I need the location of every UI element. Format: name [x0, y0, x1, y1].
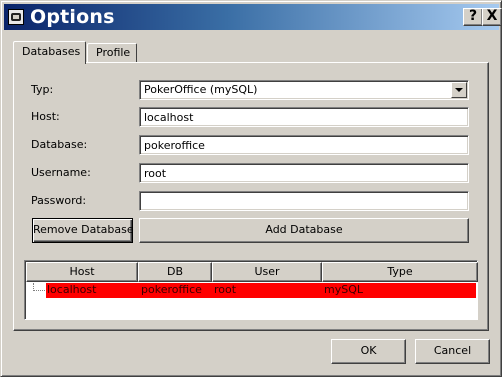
options-dialog: Options ? X Databases Profile Typ: Poker… — [0, 0, 502, 377]
typ-label: Typ: — [31, 83, 54, 96]
database-list[interactable]: Host DB User Type localhost pokeroffice … — [24, 260, 478, 320]
poker-app-icon — [8, 9, 24, 25]
database-field[interactable] — [139, 135, 469, 155]
close-button[interactable]: X — [482, 8, 502, 26]
cancel-button[interactable]: Cancel — [415, 339, 490, 364]
row-user: root — [214, 283, 237, 296]
tree-connector — [33, 283, 45, 291]
add-database-button[interactable]: Add Database — [139, 218, 469, 243]
column-header-db[interactable]: DB — [138, 262, 212, 282]
remove-database-button[interactable]: Remove Database — [32, 218, 134, 243]
password-field[interactable] — [139, 191, 469, 211]
row-db: pokeroffice — [141, 283, 202, 296]
window-title: Options — [30, 6, 115, 28]
column-header-type[interactable]: Type — [322, 262, 478, 282]
tab-profile[interactable]: Profile — [87, 43, 137, 63]
row-type: mySQL — [324, 283, 363, 296]
chevron-down-icon[interactable] — [451, 82, 467, 98]
username-field[interactable] — [139, 163, 469, 183]
help-button[interactable]: ? — [463, 8, 483, 26]
typ-select-value: PokerOffice (mySQL) — [144, 83, 258, 96]
column-header-host[interactable]: Host — [26, 262, 138, 282]
ok-button[interactable]: OK — [331, 339, 406, 364]
column-header-user[interactable]: User — [212, 262, 322, 282]
title-bar[interactable]: Options ? X — [4, 4, 502, 30]
host-label: Host: — [31, 110, 60, 123]
typ-select[interactable]: PokerOffice (mySQL) — [139, 80, 469, 100]
tab-databases[interactable]: Databases — [13, 41, 86, 64]
password-label: Password: — [31, 194, 87, 207]
host-field[interactable] — [139, 107, 469, 127]
database-label: Database: — [31, 138, 88, 151]
list-header: Host DB User Type — [26, 262, 478, 282]
row-host: localhost — [47, 283, 97, 296]
table-row[interactable]: localhost pokeroffice root mySQL — [46, 283, 476, 298]
username-label: Username: — [31, 166, 91, 179]
